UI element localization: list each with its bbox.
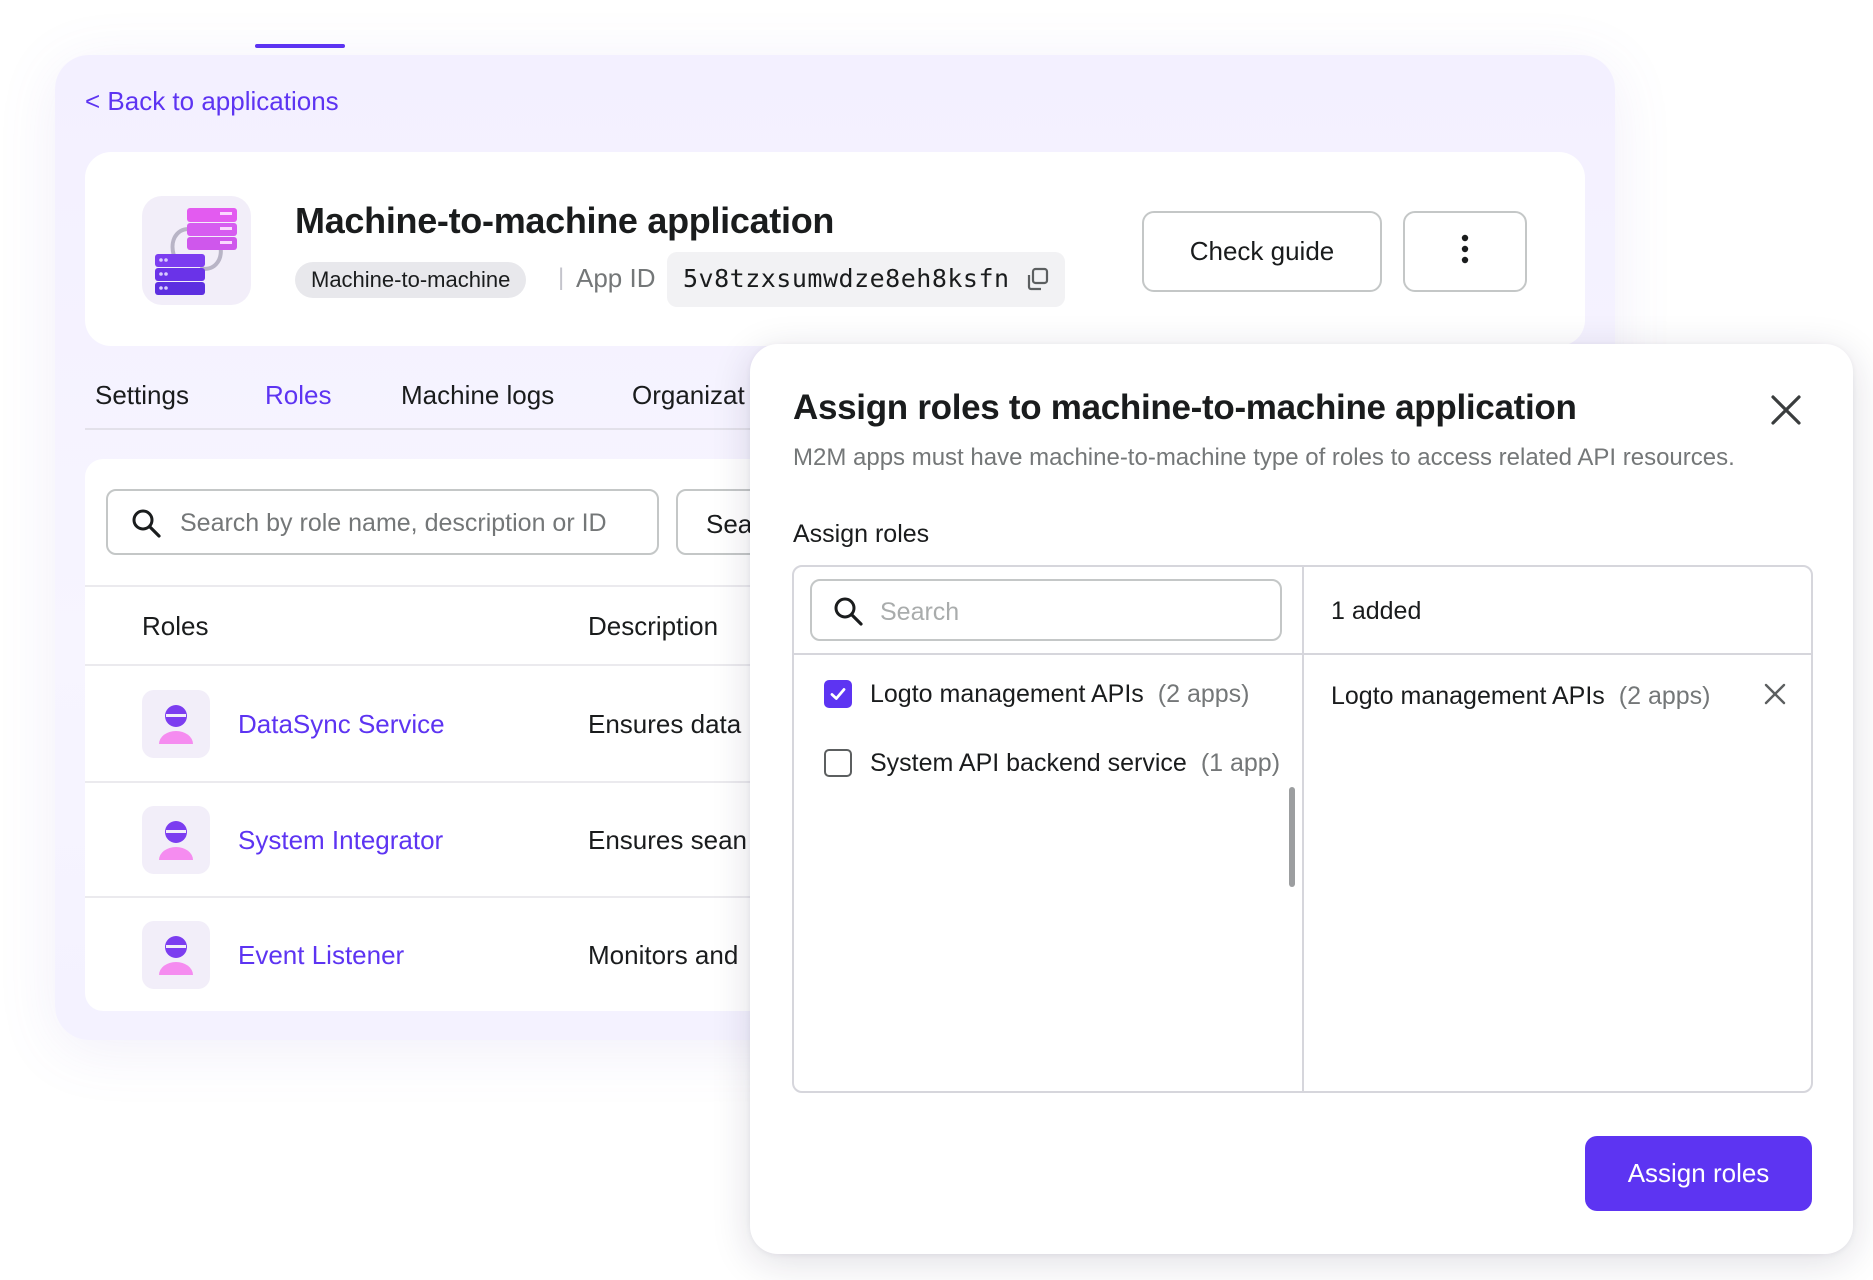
role-description: Ensures data bbox=[588, 709, 742, 739]
app-id-value: 5v8tzxsumwdze8eh8ksfn bbox=[683, 264, 1010, 293]
table-top-divider bbox=[85, 585, 785, 587]
header-divider bbox=[85, 664, 785, 666]
back-to-applications-link[interactable]: < Back to applications bbox=[85, 86, 339, 117]
role-transfer-list: Search 1 added Logto management APIs (2 … bbox=[792, 565, 1813, 1093]
added-count: 1 added bbox=[1331, 597, 1422, 625]
role-description: Ensures sean bbox=[588, 825, 747, 855]
role-name-link[interactable]: DataSync Service bbox=[238, 709, 445, 740]
checkbox-unchecked[interactable] bbox=[824, 749, 852, 777]
added-item-count: (2 apps) bbox=[1618, 681, 1711, 710]
checkbox-checked[interactable] bbox=[824, 680, 852, 708]
check-guide-button[interactable]: Check guide bbox=[1142, 211, 1382, 292]
tab-organizations[interactable]: Organizat bbox=[632, 380, 745, 430]
role-name-link[interactable]: System Integrator bbox=[238, 825, 443, 856]
scrollbar[interactable] bbox=[1289, 787, 1295, 887]
copy-icon[interactable] bbox=[1025, 266, 1051, 292]
active-tab-indicator bbox=[255, 44, 345, 48]
assign-roles-modal: Assign roles to machine-to-machine appli… bbox=[750, 344, 1853, 1254]
application-title: Machine-to-machine application bbox=[295, 200, 835, 241]
role-search-placeholder: Search by role name, description or ID bbox=[180, 509, 607, 537]
tab-machine-logs[interactable]: Machine logs bbox=[401, 380, 554, 430]
app-id-field: 5v8tzxsumwdze8eh8ksfn bbox=[667, 252, 1065, 307]
row-divider bbox=[85, 781, 785, 783]
checkmark-icon bbox=[830, 688, 846, 700]
role-name-link[interactable]: Event Listener bbox=[238, 940, 404, 971]
option-count: (2 apps) bbox=[1157, 679, 1250, 708]
tabs-divider bbox=[85, 428, 765, 430]
assign-roles-button[interactable]: Assign roles bbox=[1585, 1136, 1812, 1211]
transfer-divider bbox=[1302, 567, 1304, 1091]
role-search-input[interactable]: Search by role name, description or ID bbox=[106, 489, 659, 555]
column-header-description: Description bbox=[588, 611, 719, 641]
app-type-chip: Machine-to-machine bbox=[295, 262, 527, 298]
separator: | bbox=[558, 264, 565, 291]
remove-icon[interactable] bbox=[1762, 681, 1788, 707]
app-id-label: App ID bbox=[576, 263, 656, 293]
role-description: Monitors and bbox=[588, 940, 739, 970]
tab-settings[interactable]: Settings bbox=[95, 380, 189, 430]
m2m-app-icon bbox=[142, 196, 251, 305]
app-header-card: Machine-to-machine application Machine-t… bbox=[85, 152, 1585, 346]
column-header-roles: Roles bbox=[142, 611, 209, 641]
more-vertical-icon bbox=[1461, 234, 1469, 269]
option-logto-management-apis[interactable]: Logto management APIs (2 apps) bbox=[824, 677, 1250, 711]
roles-table-card: Search by role name, description or ID S… bbox=[85, 459, 785, 1011]
option-count: (1 app) bbox=[1200, 748, 1281, 777]
assign-roles-label: Assign roles bbox=[793, 520, 930, 548]
option-name: System API backend service bbox=[870, 748, 1187, 777]
row-divider bbox=[85, 896, 785, 898]
option-system-api-backend-service[interactable]: System API backend service (1 app) bbox=[824, 746, 1280, 780]
api-search-input[interactable]: Search bbox=[810, 579, 1282, 641]
option-name: Logto management APIs bbox=[870, 679, 1144, 708]
added-item-logto-management-apis: Logto management APIs (2 apps) bbox=[1331, 679, 1711, 713]
role-avatar-icon bbox=[142, 921, 210, 989]
added-item-name: Logto management APIs bbox=[1331, 681, 1605, 710]
modal-subtitle: M2M apps must have machine-to-machine ty… bbox=[793, 444, 1735, 471]
api-search-placeholder: Search bbox=[880, 598, 960, 626]
search-icon bbox=[130, 507, 162, 544]
role-avatar-icon bbox=[142, 690, 210, 758]
tab-roles[interactable]: Roles bbox=[265, 380, 331, 430]
close-icon[interactable] bbox=[1768, 392, 1804, 428]
transfer-header-divider bbox=[794, 653, 1811, 655]
detail-tabs: Settings Roles Machine logs Organizat bbox=[85, 380, 785, 430]
search-icon bbox=[832, 595, 864, 632]
more-options-button[interactable] bbox=[1403, 211, 1527, 292]
role-avatar-icon bbox=[142, 806, 210, 874]
modal-title: Assign roles to machine-to-machine appli… bbox=[793, 388, 1577, 427]
